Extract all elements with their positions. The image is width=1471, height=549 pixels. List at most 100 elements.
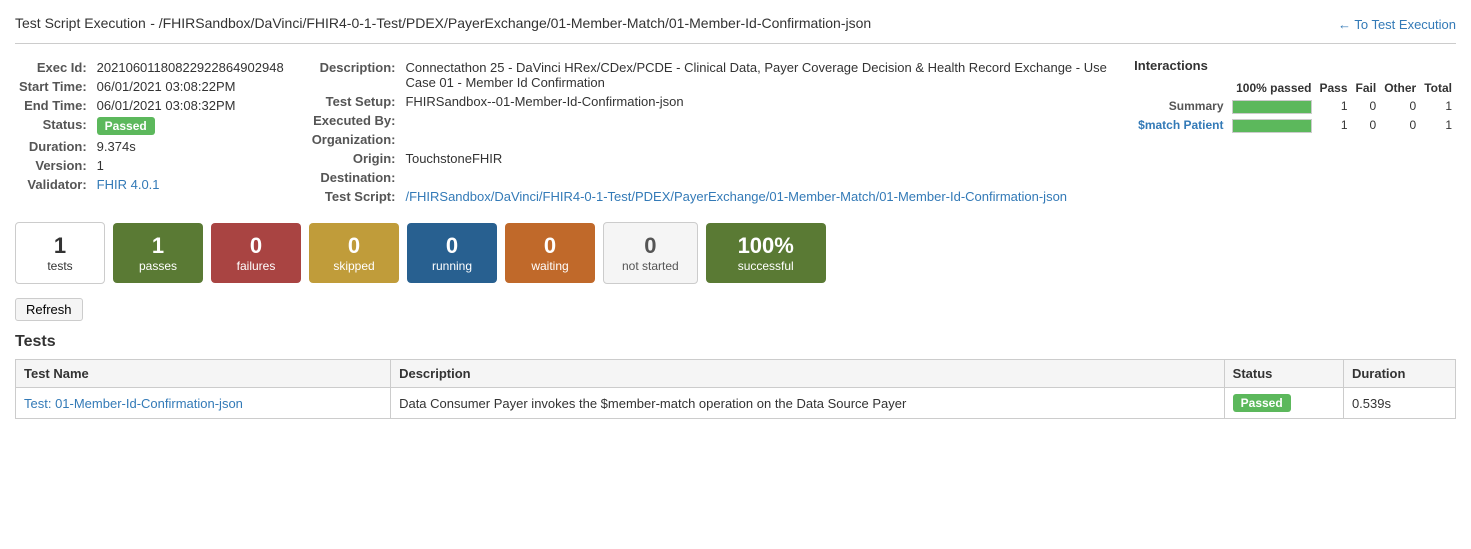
description-value: Connectathon 25 - DaVinci HRex/CDex/PCDE… xyxy=(401,58,1114,92)
status-badge: Passed xyxy=(97,117,155,135)
not-started-count: 0 xyxy=(622,233,679,259)
exec-id-value: 20210601180822922864902948 xyxy=(93,58,288,77)
origin-label: Origin: xyxy=(308,149,402,168)
start-time-value: 06/01/2021 03:08:22PM xyxy=(93,77,288,96)
interactions-table: 100% passed Pass Fail Other Total Summar… xyxy=(1134,79,1456,135)
tests-section: Tests Test Name Description Status Durat… xyxy=(15,333,1456,419)
interactions-row-pass-1: 1 xyxy=(1316,116,1352,135)
interactions-row-pass-0: 1 xyxy=(1316,97,1352,116)
validator-value: FHIR 4.0.1 xyxy=(93,175,288,194)
interactions-row-total-1: 1 xyxy=(1420,116,1456,135)
exec-info: Exec Id: 20210601180822922864902948 Star… xyxy=(15,58,288,206)
skipped-label: skipped xyxy=(327,259,381,273)
col-duration: Duration xyxy=(1343,360,1455,388)
interactions-title: Interactions xyxy=(1134,58,1456,73)
organization-value xyxy=(401,130,1114,149)
origin-value: TouchstoneFHIR xyxy=(401,149,1114,168)
stat-success: 100% successful xyxy=(706,223,826,283)
interactions-section: Interactions 100% passed Pass Fail Other… xyxy=(1134,58,1456,206)
test-name-link-0[interactable]: Test: 01-Member-Id-Confirmation-json xyxy=(24,396,243,411)
end-time-label: End Time: xyxy=(15,96,93,115)
test-script-label: Test Script: xyxy=(308,187,402,206)
progress-bar-fill-1 xyxy=(1233,120,1311,132)
passes-count: 1 xyxy=(131,233,185,259)
test-setup-value: FHIRSandbox--01-Member-Id-Confirmation-j… xyxy=(401,92,1114,111)
interactions-row-fail-0: 0 xyxy=(1352,97,1381,116)
tests-label: tests xyxy=(34,259,86,273)
stat-not-started: 0 not started xyxy=(603,222,698,284)
progress-bar-container-1 xyxy=(1232,119,1312,133)
destination-label: Destination: xyxy=(308,168,402,187)
stat-failures: 0 failures xyxy=(211,223,301,283)
tests-count: 1 xyxy=(34,233,86,259)
back-link[interactable]: To Test Execution xyxy=(1338,17,1456,32)
validator-label: Validator: xyxy=(15,175,93,194)
progress-bar-container-0 xyxy=(1232,100,1312,114)
stat-waiting: 0 waiting xyxy=(505,223,595,283)
col-status: Status xyxy=(1224,360,1343,388)
organization-label: Organization: xyxy=(308,130,402,149)
table-row: Test: 01-Member-Id-Confirmation-json Data… xyxy=(16,388,1456,419)
duration-label: Duration: xyxy=(15,137,93,156)
progress-bar-fill-0 xyxy=(1233,101,1311,113)
interactions-row-label-0: Summary xyxy=(1134,97,1227,116)
col-description: Description xyxy=(391,360,1225,388)
stats-section: 1 tests 1 passes 0 failures 0 skipped 0 … xyxy=(15,222,1456,284)
info-section: Exec Id: 20210601180822922864902948 Star… xyxy=(15,58,1456,206)
tests-section-title: Tests xyxy=(15,333,1456,351)
exec-id-label: Exec Id: xyxy=(15,58,93,77)
page-title: Test Script Execution - /FHIRSandbox/DaV… xyxy=(15,15,871,33)
interactions-col-pct: 100% passed xyxy=(1228,79,1316,97)
interactions-col-fail: Fail xyxy=(1352,79,1381,97)
test-script-link[interactable]: /FHIRSandbox/DaVinci/FHIR4-0-1-Test/PDEX… xyxy=(405,189,1067,204)
skipped-count: 0 xyxy=(327,233,381,259)
stat-tests: 1 tests xyxy=(15,222,105,284)
interactions-row-other-0: 0 xyxy=(1380,97,1420,116)
executed-by-value xyxy=(401,111,1114,130)
failures-count: 0 xyxy=(229,233,283,259)
interactions-row-link-1[interactable]: $match Patient xyxy=(1138,118,1223,132)
destination-value xyxy=(401,168,1114,187)
end-time-value: 06/01/2021 03:08:32PM xyxy=(93,96,288,115)
page-title-path: - /FHIRSandbox/DaVinci/FHIR4-0-1-Test/PD… xyxy=(150,15,871,31)
test-details: Description: Connectathon 25 - DaVinci H… xyxy=(308,58,1114,206)
version-value: 1 xyxy=(93,156,288,175)
stat-passes: 1 passes xyxy=(113,223,203,283)
start-time-label: Start Time: xyxy=(15,77,93,96)
stat-running: 0 running xyxy=(407,223,497,283)
refresh-button[interactable]: Refresh xyxy=(15,298,83,321)
test-status-badge-0: Passed xyxy=(1233,394,1291,412)
interactions-col-pass: Pass xyxy=(1316,79,1352,97)
interactions-col-other: Other xyxy=(1380,79,1420,97)
col-test-name: Test Name xyxy=(16,360,391,388)
validator-link[interactable]: FHIR 4.0.1 xyxy=(97,177,160,192)
not-started-label: not started xyxy=(622,259,679,273)
tests-table: Test Name Description Status Duration Te… xyxy=(15,359,1456,419)
interactions-col-empty xyxy=(1134,79,1227,97)
interactions-row-total-0: 1 xyxy=(1420,97,1456,116)
success-label: successful xyxy=(724,259,808,273)
waiting-count: 0 xyxy=(523,233,577,259)
test-script-value: /FHIRSandbox/DaVinci/FHIR4-0-1-Test/PDEX… xyxy=(401,187,1114,206)
interactions-row-other-1: 0 xyxy=(1380,116,1420,135)
interactions-row-fail-1: 0 xyxy=(1352,116,1381,135)
executed-by-label: Executed By: xyxy=(308,111,402,130)
running-count: 0 xyxy=(425,233,479,259)
page-title-main: Test Script Execution xyxy=(15,15,146,31)
status-label: Status: xyxy=(15,115,93,137)
success-pct: 100% xyxy=(724,233,808,259)
description-label: Description: xyxy=(308,58,402,92)
waiting-label: waiting xyxy=(523,259,577,273)
interactions-col-total: Total xyxy=(1420,79,1456,97)
duration-value: 9.374s xyxy=(93,137,288,156)
status-value: Passed xyxy=(93,115,288,137)
passes-label: passes xyxy=(131,259,185,273)
page-header: Test Script Execution - /FHIRSandbox/DaV… xyxy=(15,15,1456,44)
test-setup-label: Test Setup: xyxy=(308,92,402,111)
version-label: Version: xyxy=(15,156,93,175)
running-label: running xyxy=(425,259,479,273)
failures-label: failures xyxy=(229,259,283,273)
stat-skipped: 0 skipped xyxy=(309,223,399,283)
test-duration-0: 0.539s xyxy=(1343,388,1455,419)
test-description-0: Data Consumer Payer invokes the $member-… xyxy=(391,388,1225,419)
